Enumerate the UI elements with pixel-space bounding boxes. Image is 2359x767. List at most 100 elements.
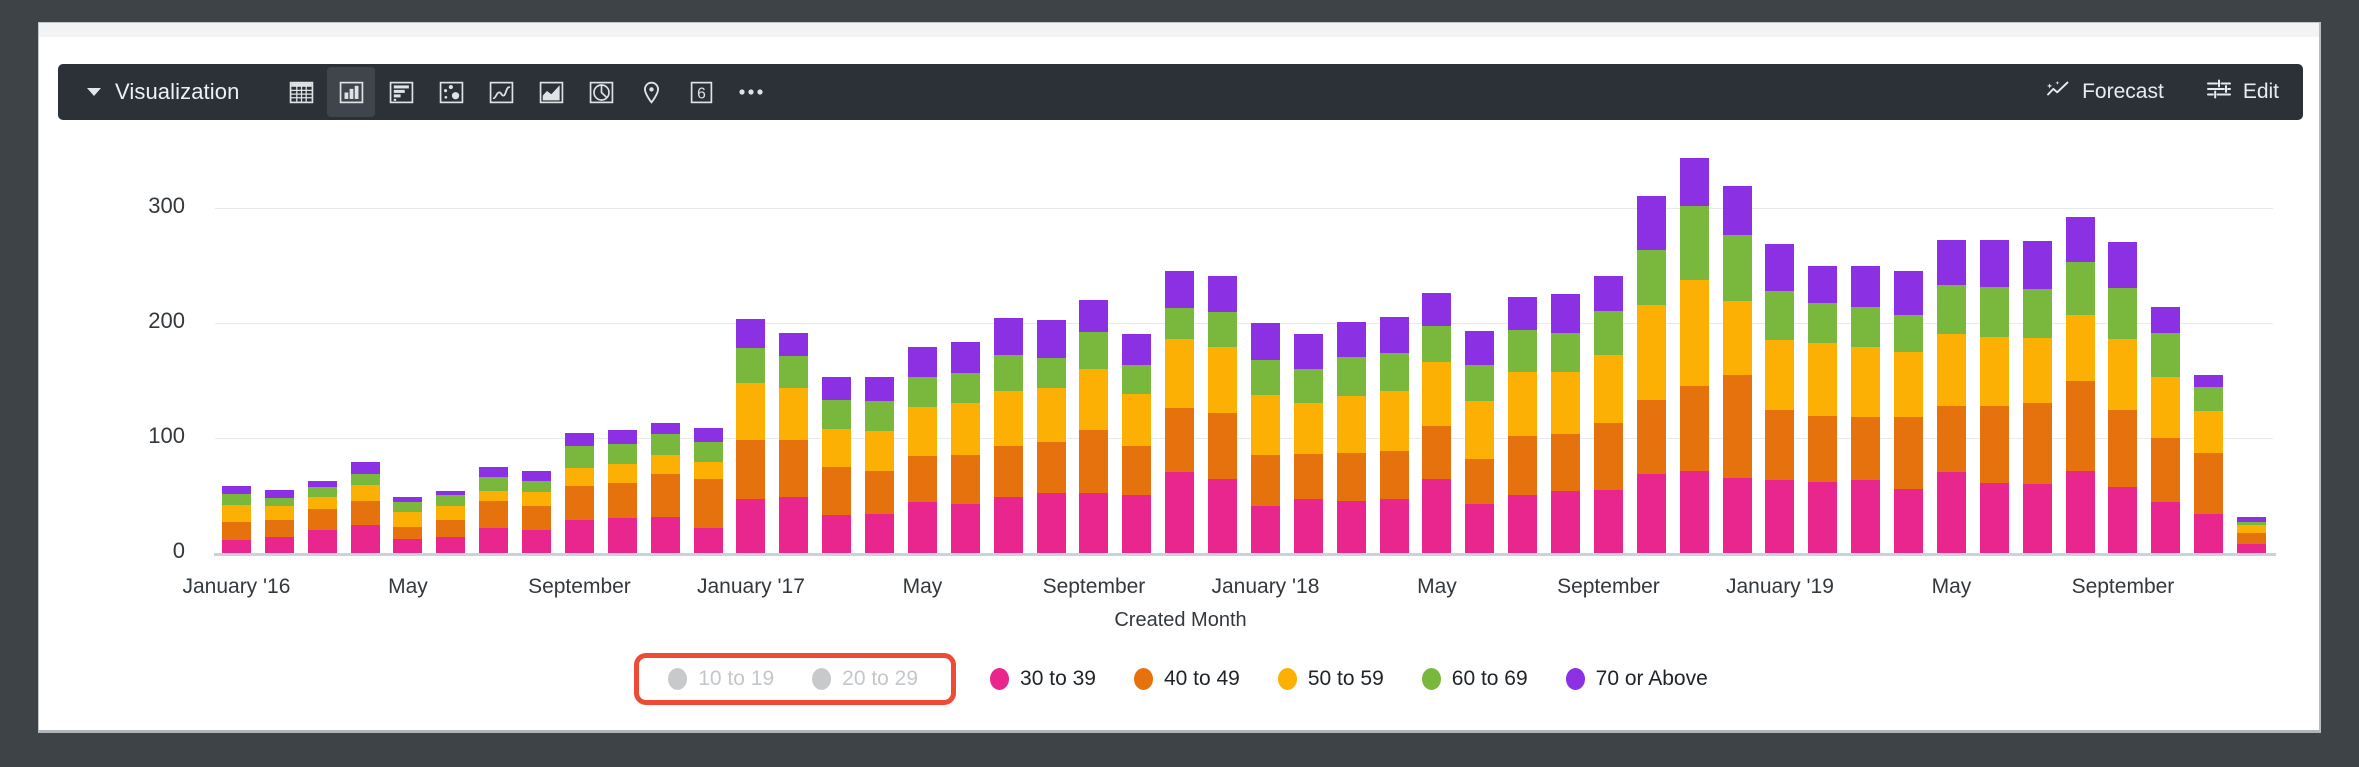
bar-segment[interactable] xyxy=(1851,480,1881,553)
bar-segment[interactable] xyxy=(1636,473,1666,553)
bar-segment[interactable] xyxy=(1551,434,1581,491)
bar-segment[interactable] xyxy=(1465,330,1495,366)
bar-segment[interactable] xyxy=(1036,388,1066,443)
bar-segment[interactable] xyxy=(1679,280,1709,387)
bar-segment[interactable] xyxy=(564,519,594,553)
bar-segment[interactable] xyxy=(822,515,852,553)
legend-item[interactable]: 40 to 49 xyxy=(1133,667,1240,691)
bar-segment[interactable] xyxy=(993,390,1023,446)
bar-segment[interactable] xyxy=(2108,242,2138,289)
bar-segment[interactable] xyxy=(1808,266,1838,304)
stacked-bar[interactable] xyxy=(1165,270,1195,553)
stacked-bar[interactable] xyxy=(1250,322,1280,553)
bar-segment[interactable] xyxy=(1336,357,1366,397)
bar-segment[interactable] xyxy=(2151,376,2181,438)
bar-segment[interactable] xyxy=(2108,288,2138,339)
bar-segment[interactable] xyxy=(1165,307,1195,339)
bar-segment[interactable] xyxy=(393,511,423,527)
bar-segment[interactable] xyxy=(1593,489,1623,553)
bar-segment[interactable] xyxy=(1894,314,1924,352)
bar-segment[interactable] xyxy=(1936,334,1966,406)
bar-segment[interactable] xyxy=(1936,472,1966,553)
bar-segment[interactable] xyxy=(1293,403,1323,454)
bar-segment[interactable] xyxy=(779,333,809,357)
bar-segment[interactable] xyxy=(2194,411,2224,453)
bar-segment[interactable] xyxy=(1979,482,2009,553)
bar-segment[interactable] xyxy=(607,443,637,465)
bar-segment[interactable] xyxy=(2065,314,2095,382)
bar-segment[interactable] xyxy=(822,466,852,516)
bar-segment[interactable] xyxy=(1636,399,1666,474)
bar-segment[interactable] xyxy=(1894,417,1924,489)
stacked-bar[interactable] xyxy=(1593,275,1623,553)
bar-segment[interactable] xyxy=(993,318,1023,355)
stacked-bar[interactable] xyxy=(1079,299,1109,553)
bar-segment[interactable] xyxy=(1379,390,1409,451)
bar-segment[interactable] xyxy=(2237,543,2267,553)
bar-segment[interactable] xyxy=(1636,305,1666,400)
legend-item[interactable]: 50 to 59 xyxy=(1277,667,1384,691)
stacked-bar[interactable] xyxy=(1122,334,1152,553)
bar-segment[interactable] xyxy=(2065,216,2095,262)
bar-segment[interactable] xyxy=(950,455,980,504)
stacked-bar[interactable] xyxy=(1679,158,1709,553)
bar-segment[interactable] xyxy=(1593,275,1623,312)
stacked-bar[interactable] xyxy=(736,319,766,553)
bar-segment[interactable] xyxy=(350,501,380,526)
bar-segment[interactable] xyxy=(1336,396,1366,453)
bar-segment[interactable] xyxy=(307,496,337,510)
bar-segment[interactable] xyxy=(865,471,895,514)
bar-segment[interactable] xyxy=(2065,471,2095,553)
bar-segment[interactable] xyxy=(564,486,594,520)
stacked-bar[interactable] xyxy=(522,471,552,553)
bar-segment[interactable] xyxy=(736,498,766,553)
bar-segment[interactable] xyxy=(1465,365,1495,402)
bar-segment[interactable] xyxy=(1979,336,2009,406)
bar-segment[interactable] xyxy=(307,509,337,530)
bar-segment[interactable] xyxy=(865,401,895,431)
viz-type-line[interactable] xyxy=(477,67,525,117)
bar-segment[interactable] xyxy=(693,479,723,528)
bar-segment[interactable] xyxy=(1551,490,1581,553)
bar-segment[interactable] xyxy=(393,502,423,512)
stacked-bar[interactable] xyxy=(1979,239,2009,553)
bar-segment[interactable] xyxy=(907,406,937,457)
bar-segment[interactable] xyxy=(1422,426,1452,480)
viz-type-table[interactable] xyxy=(277,67,325,117)
bar-segment[interactable] xyxy=(2151,437,2181,503)
stacked-bar[interactable] xyxy=(2108,242,2138,553)
bar-segment[interactable] xyxy=(1036,493,1066,553)
bar-segment[interactable] xyxy=(564,445,594,468)
stacked-bar[interactable] xyxy=(1851,266,1881,553)
bar-segment[interactable] xyxy=(479,466,509,478)
bar-segment[interactable] xyxy=(1979,239,2009,288)
bar-segment[interactable] xyxy=(221,494,251,505)
bar-segment[interactable] xyxy=(607,518,637,553)
stacked-bar[interactable] xyxy=(436,490,466,553)
bar-segment[interactable] xyxy=(1808,416,1838,482)
bar-segment[interactable] xyxy=(1722,185,1752,236)
bar-segment[interactable] xyxy=(522,529,552,553)
bar-segment[interactable] xyxy=(736,440,766,499)
stacked-bar[interactable] xyxy=(1636,196,1666,553)
bar-segment[interactable] xyxy=(1979,405,2009,483)
bar-segment[interactable] xyxy=(993,445,1023,497)
bar-segment[interactable] xyxy=(1722,478,1752,553)
bar-segment[interactable] xyxy=(1722,374,1752,479)
bar-segment[interactable] xyxy=(1122,495,1152,553)
bar-segment[interactable] xyxy=(2151,333,2181,377)
bar-segment[interactable] xyxy=(1208,275,1238,313)
bar-segment[interactable] xyxy=(1936,405,1966,473)
bar-segment[interactable] xyxy=(2108,487,2138,553)
bar-segment[interactable] xyxy=(1508,435,1538,496)
viz-type-map[interactable] xyxy=(627,67,675,117)
bar-segment[interactable] xyxy=(350,473,380,486)
viz-type-scatterplot[interactable] xyxy=(427,67,475,117)
stacked-bar[interactable] xyxy=(1379,317,1409,553)
bar-segment[interactable] xyxy=(1250,395,1280,456)
viz-type-pie[interactable] xyxy=(577,67,625,117)
stacked-bar[interactable] xyxy=(221,486,251,553)
stacked-bar[interactable] xyxy=(393,496,423,553)
bar-segment[interactable] xyxy=(1036,442,1066,494)
bar-segment[interactable] xyxy=(1250,322,1280,360)
